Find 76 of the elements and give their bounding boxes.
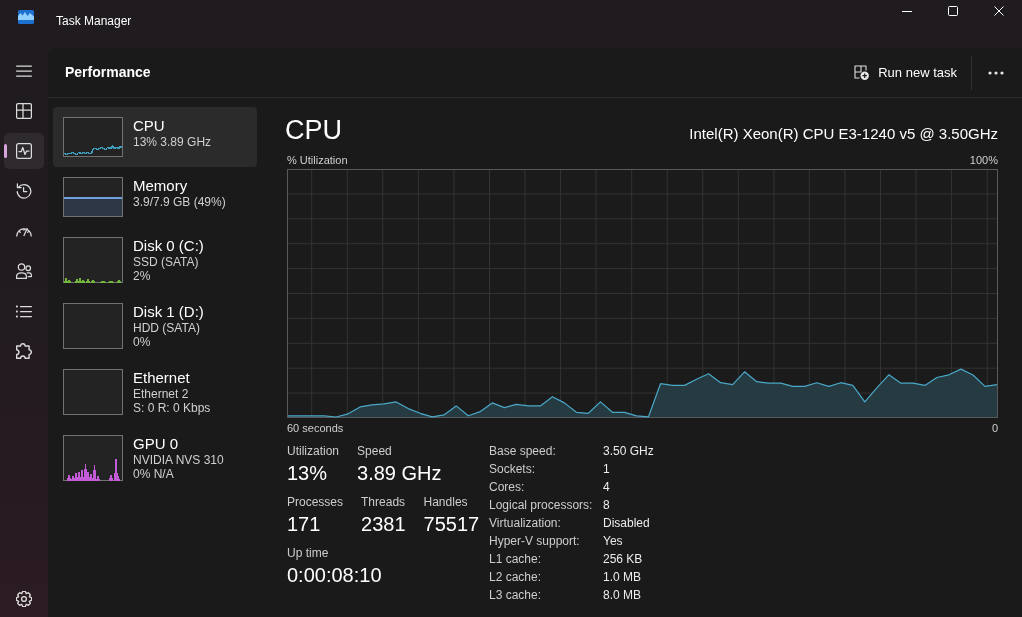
app-logo-icon	[18, 10, 34, 24]
spec-label: Virtualization:	[489, 515, 562, 532]
spec-label: Base speed:	[489, 443, 557, 460]
spec-label: Cores:	[489, 479, 526, 496]
menu-icon	[16, 65, 32, 77]
window-plus-icon	[854, 65, 870, 80]
processor-model: Intel(R) Xeon(R) CPU E3-1240 v5 @ 3.50GHz	[689, 124, 998, 144]
run-new-task-button[interactable]: Run new task	[846, 54, 965, 91]
device-detail: 2%	[133, 269, 152, 283]
stat-value: 75517	[423, 512, 480, 537]
spec-value: 8.0 MB	[603, 587, 642, 604]
spec-value: 1	[603, 461, 611, 478]
device-list-item[interactable]: Memory 3.9/7.9 GB (49%)	[53, 167, 257, 227]
more-icon	[988, 70, 1004, 75]
spec-value: 1.0 MB	[603, 569, 642, 586]
usage-thumbnail	[63, 303, 123, 349]
stat-value: 13%	[287, 461, 329, 486]
stat-label: Up time	[287, 545, 330, 561]
clock-arrow-icon	[16, 183, 32, 199]
device-name: Memory	[133, 177, 189, 195]
device-list-item[interactable]: Ethernet Ethernet 2 S: 0 R: 0 Kbps	[53, 359, 257, 425]
device-detail: 0% N/A	[133, 467, 175, 481]
spec-value: 8	[603, 497, 611, 514]
device-list-item[interactable]: CPU 13% 3.89 GHz	[53, 107, 257, 167]
gauge-icon	[16, 225, 32, 237]
device-name: CPU	[133, 117, 166, 135]
device-detail: 13% 3.89 GHz	[133, 135, 212, 149]
maximize-icon	[948, 6, 958, 16]
puzzle-icon	[16, 343, 32, 359]
device-detail: 3.9/7.9 GB (49%)	[133, 195, 226, 209]
spec-value: Disabled	[603, 515, 651, 532]
spec-value: 256 KB	[603, 551, 644, 568]
stat-label: Handles	[423, 494, 469, 510]
usage-thumbnail	[63, 369, 123, 415]
spec-label: L3 cache:	[489, 587, 543, 604]
device-detail: Ethernet 2	[133, 387, 190, 401]
device-name: GPU 0	[133, 435, 179, 453]
stat-label: Threads	[361, 494, 406, 510]
stat-value: 171	[287, 512, 322, 537]
detail-title: CPU	[285, 114, 342, 147]
stat-label: Processes	[287, 494, 344, 510]
device-detail: S: 0 R: 0 Kbps	[133, 401, 211, 415]
scale-label: 100%	[969, 153, 998, 167]
device-list-item[interactable]: Disk 0 (C:) SSD (SATA) 2%	[53, 227, 257, 293]
nav-tab[interactable]	[4, 133, 44, 169]
spec-label: Logical processors:	[489, 497, 594, 514]
device-detail: NVIDIA NVS 310	[133, 453, 224, 467]
selection-indicator-icon	[4, 144, 7, 158]
stat-value: 3.89 GHz	[357, 461, 442, 486]
device-name: Disk 0 (C:)	[133, 237, 204, 255]
minimize-icon	[902, 10, 912, 12]
pulse-chart-icon	[16, 143, 32, 159]
stat-value: 2381	[361, 512, 406, 537]
stat-label: Speed	[357, 443, 393, 459]
time-scale-label: 60 seconds	[287, 421, 344, 435]
device-name: Ethernet	[133, 369, 191, 387]
list-icon	[16, 304, 32, 318]
settings-icon	[16, 591, 32, 607]
stat-label: Utilization	[287, 443, 340, 459]
graph-caption: % Utilization	[287, 153, 348, 167]
device-list-item[interactable]: GPU 0 NVIDIA NVS 310 0% N/A	[53, 425, 257, 491]
spec-label: Sockets:	[489, 461, 537, 478]
users-icon	[16, 263, 32, 279]
device-detail: SSD (SATA)	[133, 255, 200, 269]
grid-icon	[16, 103, 32, 119]
spec-label: L1 cache:	[489, 551, 543, 568]
spec-label: Hyper-V support:	[489, 533, 581, 550]
spec-value: 4	[603, 479, 611, 496]
page-title: Performance	[65, 63, 151, 82]
time-scale-label: 0	[991, 421, 998, 435]
window-title: Task Manager	[56, 13, 132, 29]
spec-label: L2 cache:	[489, 569, 543, 586]
spec-value: Yes	[603, 533, 624, 550]
stat-value: 0:00:08:10	[287, 563, 382, 588]
spec-value: 3.50 GHz	[603, 443, 654, 460]
close-icon	[994, 6, 1004, 16]
